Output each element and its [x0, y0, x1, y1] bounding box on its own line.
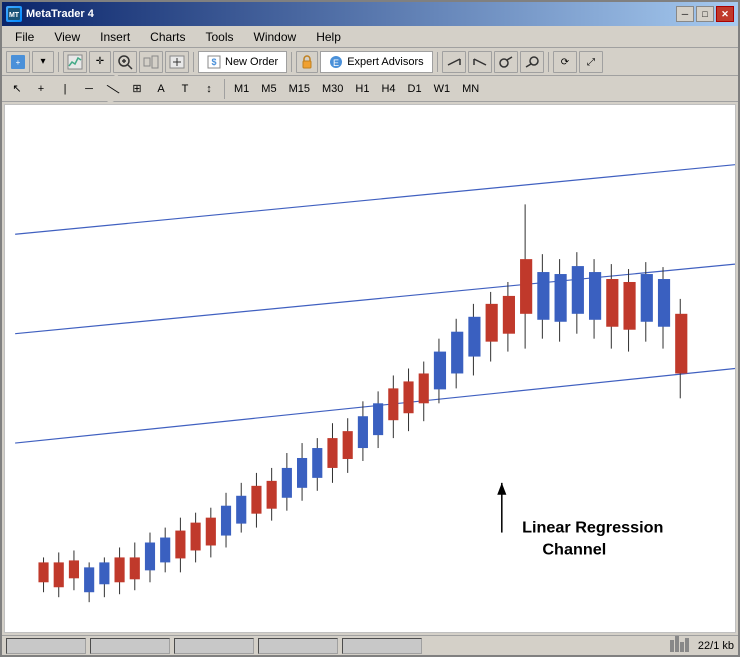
- draw-channel-tool[interactable]: ⊞: [126, 78, 148, 100]
- status-seg-4: [258, 638, 338, 654]
- tf-m5[interactable]: M5: [256, 79, 281, 99]
- status-seg-2: [90, 638, 170, 654]
- toolbar-btn-crosshair[interactable]: ✛: [89, 51, 111, 73]
- close-button[interactable]: ✕: [716, 6, 734, 22]
- status-seg-3: [174, 638, 254, 654]
- toolbar-btn-1[interactable]: +: [6, 51, 30, 73]
- svg-text:E: E: [333, 58, 339, 68]
- expert-advisors-label: Expert Advisors: [347, 56, 423, 68]
- menu-insert[interactable]: Insert: [91, 27, 139, 47]
- toolbar-btn-3[interactable]: [139, 51, 163, 73]
- draw-arrow2-tool[interactable]: ↕: [198, 78, 220, 100]
- menu-file[interactable]: File: [6, 27, 43, 47]
- chart-area: Linear Regression Channel: [4, 104, 736, 633]
- toolbar-btn-10[interactable]: ⤢: [579, 51, 603, 73]
- tf-mn[interactable]: MN: [457, 79, 484, 99]
- svg-text:Linear Regression: Linear Regression: [522, 519, 663, 537]
- maximize-button[interactable]: □: [696, 6, 714, 22]
- tf-w1[interactable]: W1: [429, 79, 456, 99]
- tf-m15[interactable]: M15: [284, 79, 315, 99]
- draw-textbox-tool[interactable]: T: [174, 78, 196, 100]
- menu-view[interactable]: View: [45, 27, 89, 47]
- toolbar-sep-2: [193, 52, 194, 72]
- status-right: 22/1 kb: [670, 636, 734, 655]
- menu-tools[interactable]: Tools: [197, 27, 243, 47]
- title-bar-buttons: ─ □ ✕: [676, 6, 734, 22]
- draw-horizontal-tool[interactable]: ─: [78, 78, 100, 100]
- draw-vertical-tool[interactable]: |: [54, 78, 76, 100]
- main-toolbar: + ▾ ✛: [2, 48, 738, 76]
- draw-arrow-tool[interactable]: ↖: [6, 78, 28, 100]
- svg-text:⤢: ⤢: [587, 57, 595, 68]
- expert-advisors-button[interactable]: E Expert Advisors: [320, 51, 432, 73]
- tf-m1[interactable]: M1: [229, 79, 254, 99]
- tf-h4[interactable]: H4: [376, 79, 400, 99]
- status-bar: 22/1 kb: [2, 635, 738, 655]
- app-icon: MT: [6, 6, 22, 22]
- draw-text-tool[interactable]: A: [150, 78, 172, 100]
- status-seg-5: [342, 638, 422, 654]
- menu-help[interactable]: Help: [307, 27, 350, 47]
- main-window: MT MetaTrader 4 ─ □ ✕ File View Insert C…: [0, 0, 740, 657]
- tf-d1[interactable]: D1: [403, 79, 427, 99]
- toolbar-lock-btn[interactable]: [296, 51, 318, 73]
- menu-charts[interactable]: Charts: [141, 27, 194, 47]
- chart-svg: Linear Regression Channel: [5, 105, 735, 632]
- toolbar-btn-7[interactable]: [494, 51, 518, 73]
- svg-text:$: $: [211, 57, 216, 67]
- toolbar-sep-1: [58, 52, 59, 72]
- status-chart-icon: [670, 636, 690, 655]
- status-info: 22/1 kb: [698, 640, 734, 652]
- toolbar-btn-9[interactable]: ⟳: [553, 51, 577, 73]
- svg-text:⟳: ⟳: [560, 57, 569, 68]
- title-bar-left: MT MetaTrader 4: [6, 6, 94, 22]
- toolbar-sep-5: [548, 52, 549, 72]
- draw-trendline-tool[interactable]: ╲: [98, 73, 128, 103]
- toolbar-btn-drop[interactable]: ▾: [32, 51, 54, 73]
- toolbar-btn-8[interactable]: [520, 51, 544, 73]
- status-segments: [6, 638, 422, 654]
- toolbar-btn-5[interactable]: [442, 51, 466, 73]
- title-bar: MT MetaTrader 4 ─ □ ✕: [2, 2, 738, 26]
- tf-m30[interactable]: M30: [317, 79, 348, 99]
- new-order-label: New Order: [225, 56, 278, 68]
- window-title: MetaTrader 4: [26, 8, 94, 20]
- menu-bar: File View Insert Charts Tools Window Hel…: [2, 26, 738, 48]
- toolbar-sep-3: [291, 52, 292, 72]
- status-seg-1: [6, 638, 86, 654]
- toolbar-btn-chart[interactable]: [63, 51, 87, 73]
- toolbar-sep-4: [437, 52, 438, 72]
- draw-sep: [224, 79, 225, 99]
- draw-crosshair-tool[interactable]: +: [30, 78, 52, 100]
- toolbar-btn-zoom-in[interactable]: [113, 51, 137, 73]
- svg-text:+: +: [16, 58, 21, 67]
- tf-h1[interactable]: H1: [350, 79, 374, 99]
- minimize-button[interactable]: ─: [676, 6, 694, 22]
- toolbar-btn-4[interactable]: [165, 51, 189, 73]
- new-order-button[interactable]: $ New Order: [198, 51, 287, 73]
- svg-text:MT: MT: [9, 12, 20, 19]
- toolbar-btn-6[interactable]: [468, 51, 492, 73]
- menu-window[interactable]: Window: [245, 27, 306, 47]
- svg-text:Channel: Channel: [542, 541, 606, 559]
